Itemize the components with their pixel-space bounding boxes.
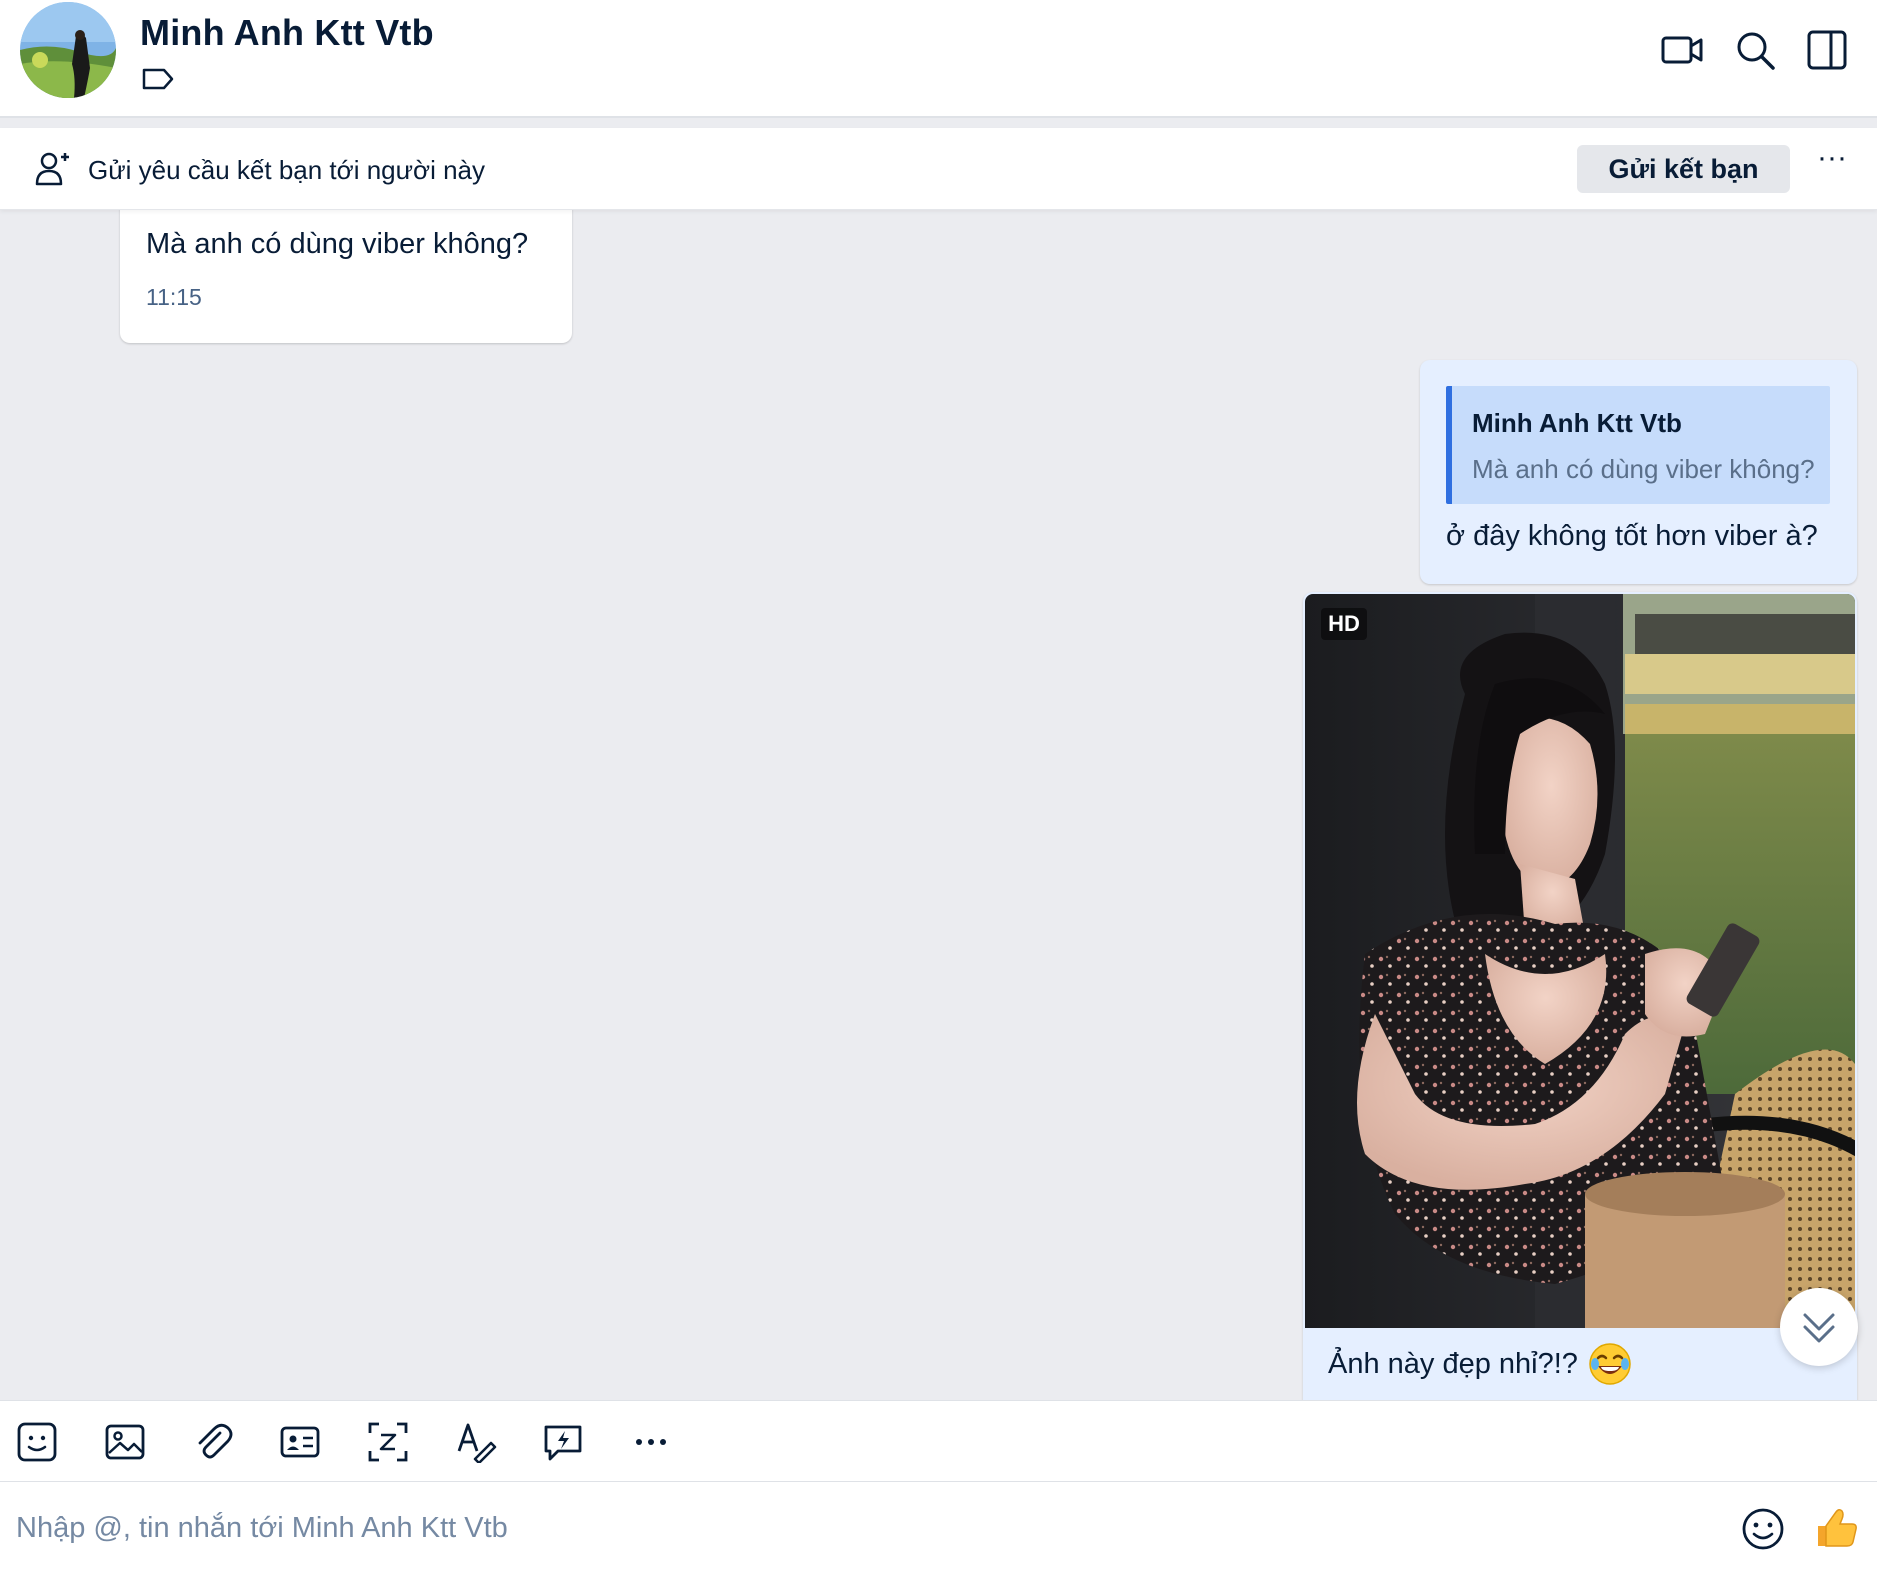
attachment-icon[interactable] xyxy=(192,1421,234,1463)
outgoing-image-message[interactable]: HD Ảnh này đẹp nhỉ?!? xyxy=(1303,592,1857,1400)
chat-header: Minh Anh Ktt Vtb xyxy=(0,0,1877,118)
quick-message-icon[interactable] xyxy=(542,1421,584,1463)
caption-text: Ảnh này đẹp nhỉ?!? xyxy=(1328,1347,1578,1380)
contact-card-icon[interactable] xyxy=(279,1421,321,1463)
laugh-icon xyxy=(1588,1342,1632,1386)
sticker-icon[interactable] xyxy=(16,1421,58,1463)
thumbs-up-icon[interactable] xyxy=(1812,1504,1860,1552)
composer-toolbar xyxy=(0,1400,1877,1482)
message-composer xyxy=(0,1482,1877,1582)
emoji-icon[interactable] xyxy=(1740,1506,1786,1552)
text-format-icon[interactable] xyxy=(455,1421,497,1465)
quoted-message[interactable]: Minh Anh Ktt Vtb Mà anh có dùng viber kh… xyxy=(1446,386,1830,504)
message-text: Mà anh có dùng viber không? xyxy=(146,228,529,260)
message-list[interactable]: Mà anh có dùng viber không? 11:15 Minh A… xyxy=(0,118,1877,1400)
chat-title: Minh Anh Ktt Vtb xyxy=(140,12,434,53)
outgoing-reply-message[interactable]: Minh Anh Ktt Vtb Mà anh có dùng viber kh… xyxy=(1420,360,1857,584)
search-icon[interactable] xyxy=(1733,28,1777,72)
add-friend-icon xyxy=(34,150,72,188)
sidebar-toggle-icon[interactable] xyxy=(1805,28,1849,72)
quoted-text: Mà anh có dùng viber không? xyxy=(1472,454,1815,484)
incoming-message[interactable]: Mà anh có dùng viber không? 11:15 xyxy=(120,198,572,343)
tag-icon[interactable] xyxy=(142,66,174,92)
message-text: ở đây không tốt hơn viber à? xyxy=(1446,520,1818,552)
scroll-to-bottom-button[interactable] xyxy=(1780,1288,1858,1366)
send-friend-request-button[interactable]: Gửi kết bạn xyxy=(1577,145,1790,193)
friend-request-bar: Gửi yêu cầu kết bạn tới người này Gửi kế… xyxy=(0,128,1877,210)
image-caption: Ảnh này đẹp nhỉ?!? xyxy=(1328,1342,1632,1386)
message-time: 11:15 xyxy=(146,284,202,310)
message-input[interactable] xyxy=(16,1504,1716,1552)
screenshot-icon[interactable] xyxy=(367,1421,409,1463)
video-call-icon[interactable] xyxy=(1660,28,1704,72)
friend-request-text: Gửi yêu cầu kết bạn tới người này xyxy=(88,155,485,185)
more-icon[interactable] xyxy=(630,1421,672,1463)
quoted-sender: Minh Anh Ktt Vtb xyxy=(1472,408,1682,438)
hd-badge: HD xyxy=(1321,608,1367,640)
avatar[interactable] xyxy=(20,2,116,98)
image-icon[interactable] xyxy=(104,1421,146,1463)
more-options-icon[interactable]: ··· xyxy=(1812,142,1852,182)
photo-attachment[interactable]: HD xyxy=(1305,594,1855,1328)
